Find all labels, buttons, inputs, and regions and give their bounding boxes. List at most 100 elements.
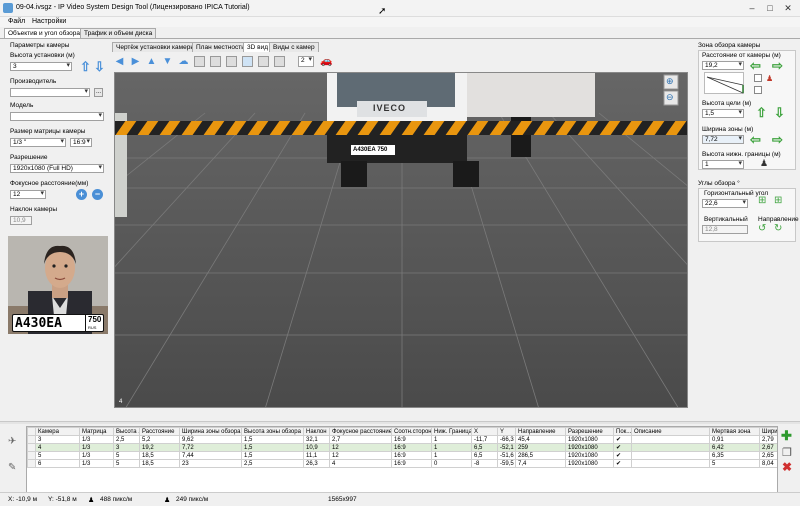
table-cell[interactable]: 45,4 (515, 435, 566, 444)
person-dark-icon[interactable] (226, 56, 237, 67)
table-cell[interactable]: 23 (179, 459, 242, 468)
minimize-icon[interactable]: – (746, 2, 758, 14)
browse-button[interactable]: ... (94, 88, 103, 97)
table-cell[interactable]: 16:9 (391, 435, 432, 444)
angle-expand-icon[interactable]: ⊞ (774, 195, 782, 206)
table-row[interactable]: 3 1/3 2,5 5,2 9,62 1,5 32,1 2,7 16:9 1 -11,7 -66,3 4… (27, 435, 777, 444)
angle-shrink-icon[interactable]: ⊞ (758, 195, 766, 206)
header-cell[interactable]: X (471, 427, 498, 436)
header-cell[interactable]: Мертвая зона (709, 427, 760, 436)
header-cell[interactable]: Описание (631, 427, 710, 436)
lower-bound-select[interactable]: 1 (702, 160, 744, 169)
header-cell[interactable]: Высота ... (113, 427, 140, 436)
table-cell[interactable]: 1920x1080 (565, 443, 614, 452)
delete-camera-icon[interactable]: ✖ (782, 460, 792, 474)
header-cell[interactable]: Фокусное расстояние (329, 427, 392, 436)
table-cell[interactable]: 1/3 (79, 451, 114, 460)
table-cell[interactable]: 5 (35, 451, 80, 460)
table-cell[interactable]: 12 (329, 443, 392, 452)
rotate-right-icon[interactable]: ↻ (774, 223, 782, 234)
table-cell[interactable]: 18,5 (139, 451, 180, 460)
table-cell[interactable]: 1920x1080 (565, 435, 614, 444)
table-cell[interactable]: ✔ (613, 459, 632, 468)
table-cell[interactable]: -59,5 (497, 459, 516, 468)
person-front-icon[interactable] (258, 56, 269, 67)
arrow-down-icon[interactable]: ▼ (162, 56, 173, 67)
table-cell[interactable]: 32,1 (303, 435, 330, 444)
table-cell[interactable]: 4 (329, 459, 392, 468)
table-cell[interactable]: 4 (35, 443, 80, 452)
table-cell[interactable]: 3 (35, 435, 80, 444)
row-selector[interactable] (27, 443, 36, 452)
tab-site-plan[interactable]: План местности (192, 42, 249, 52)
table-cell[interactable]: 12 (329, 451, 392, 460)
camera-tool-icon[interactable]: ✈ (8, 436, 16, 447)
resolution-select[interactable]: 1920x1080 (Full HD) (10, 164, 104, 173)
vertical-angle-field[interactable]: 12,8 (702, 225, 748, 234)
target-down-arrow-icon[interactable]: ⇩ (774, 106, 785, 119)
table-cell[interactable]: 1/3 (79, 443, 114, 452)
arrow-left-icon[interactable]: ◀ (114, 56, 125, 67)
table-cell[interactable]: 6 (35, 459, 80, 468)
table-cell[interactable]: 2,5 (241, 459, 304, 468)
table-cell[interactable]: 5 (113, 459, 140, 468)
height-up-arrow-icon[interactable]: ⇧ (80, 60, 91, 73)
header-cell[interactable]: Пок... (613, 427, 632, 436)
horizontal-angle-select[interactable]: 22,6 (702, 199, 748, 208)
menu-file[interactable]: Файл (8, 18, 25, 25)
header-cell[interactable]: Соотн.сторон (391, 427, 432, 436)
table-cell[interactable]: 11,1 (303, 451, 330, 460)
table-cell[interactable]: 7,72 (179, 443, 242, 452)
target-height-select[interactable]: 1,5 (702, 109, 744, 118)
table-cell[interactable]: 1,5 (241, 451, 304, 460)
table-cell[interactable]: 9,62 (179, 435, 242, 444)
table-cell[interactable]: 7,4 (515, 459, 566, 468)
table-cell[interactable]: 7,44 (179, 451, 242, 460)
distance-select[interactable]: 19,2 (702, 61, 744, 70)
header-cell[interactable]: Наклон (303, 427, 330, 436)
table-cell[interactable]: 5 (709, 459, 760, 468)
person-side-icon[interactable] (274, 56, 285, 67)
distance-decrease-arrow-icon[interactable]: ⇦ (750, 59, 761, 72)
table-cell[interactable]: 26,3 (303, 459, 330, 468)
table-cell[interactable]: 0,91 (709, 435, 760, 444)
table-cell[interactable]: 1 (431, 435, 472, 444)
table-cell[interactable]: 6,35 (709, 451, 760, 460)
table-cell[interactable]: 1,5 (241, 443, 304, 452)
zone-width-select[interactable]: 7,72 (702, 135, 744, 144)
table-cell[interactable]: 1/3 (79, 459, 114, 468)
table-cell[interactable]: 1920x1080 (565, 459, 614, 468)
table-cell[interactable] (631, 459, 710, 468)
table-cell[interactable]: 6,5 (471, 443, 498, 452)
tab-camera-views[interactable]: Виды с камер (269, 42, 319, 52)
table-cell[interactable]: -8 (471, 459, 498, 468)
header-cell[interactable]: Y (497, 427, 516, 436)
table-cell[interactable]: 5 (113, 451, 140, 460)
maximize-icon[interactable]: □ (764, 2, 776, 14)
arrow-right-icon[interactable]: ▶ (130, 56, 141, 67)
close-icon[interactable]: ✕ (782, 2, 794, 14)
header-cell[interactable]: Ширина (759, 427, 777, 436)
cloud-icon[interactable]: ☁ (178, 56, 189, 67)
header-cell[interactable]: Направление (515, 427, 566, 436)
table-cell[interactable]: ✔ (613, 435, 632, 444)
table-cell[interactable]: 1/3 (79, 435, 114, 444)
distance-increase-arrow-icon[interactable]: ⇨ (772, 59, 783, 72)
row-selector[interactable] (27, 435, 36, 444)
height-down-arrow-icon[interactable]: ⇩ (94, 60, 105, 73)
menu-settings[interactable]: Настройки (32, 18, 66, 25)
table-cell[interactable]: ✔ (613, 443, 632, 452)
table-cell[interactable]: 0 (431, 459, 472, 468)
row-selector[interactable] (27, 451, 36, 460)
3d-viewport[interactable]: IVECO А430ЕА 750 ⊕ ⊖ 4 (114, 72, 688, 408)
focal-select[interactable]: 12 (10, 190, 46, 199)
tab-lens-angle[interactable]: Объектив и угол обзора (4, 28, 84, 38)
table-cell[interactable]: 2,65 (759, 451, 777, 460)
table-cell[interactable]: 6,5 (471, 451, 498, 460)
table-cell[interactable]: 18,5 (139, 459, 180, 468)
target-up-arrow-icon[interactable]: ⇧ (756, 106, 767, 119)
table-cell[interactable]: 16:9 (391, 451, 432, 460)
table-cell[interactable] (631, 451, 710, 460)
aspect-select[interactable]: 16:9 (70, 138, 92, 147)
focal-minus-button[interactable]: − (92, 189, 103, 200)
